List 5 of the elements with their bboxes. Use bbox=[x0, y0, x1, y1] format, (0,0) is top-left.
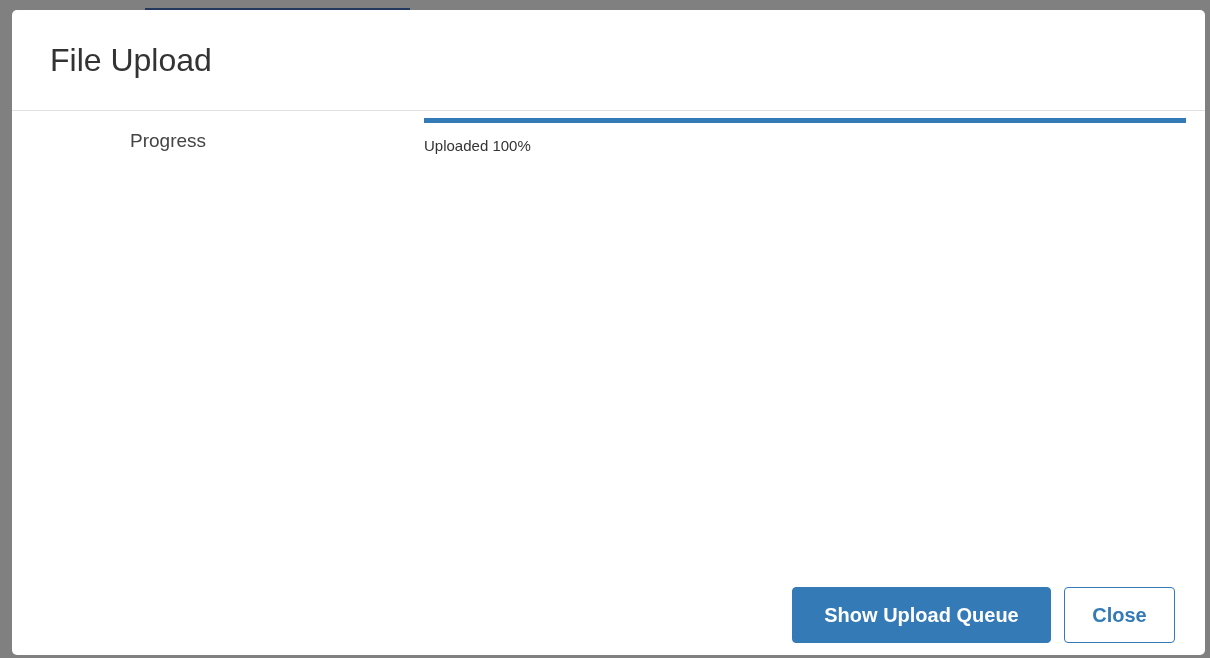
progress-status: Uploaded 100% bbox=[424, 137, 532, 154]
progress-label: Progress bbox=[129, 129, 208, 153]
show-queue-button[interactable]: Show Upload Queue bbox=[792, 587, 1051, 643]
close-button[interactable]: Close bbox=[1064, 587, 1175, 643]
dialog-title: File Upload bbox=[50, 41, 212, 79]
